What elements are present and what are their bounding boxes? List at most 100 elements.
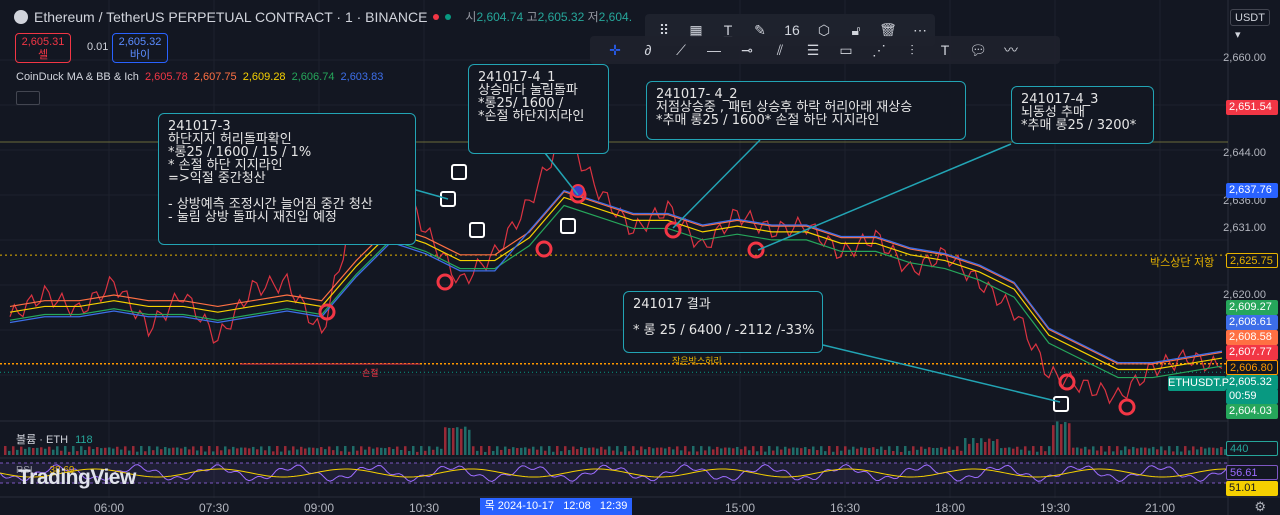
small-box-label: 작은박스허리 xyxy=(672,357,722,367)
volume-bar xyxy=(492,450,495,455)
fib-icon[interactable]: ☰ xyxy=(802,39,824,61)
volume-bar xyxy=(712,449,715,455)
volume-bar xyxy=(28,447,31,455)
volume-bar xyxy=(644,449,647,455)
volume-bar xyxy=(512,447,515,455)
pitchfork-icon[interactable]: ⫶ xyxy=(901,39,923,61)
volume-bar xyxy=(616,446,619,455)
volume-bar xyxy=(528,448,531,455)
volume-bar xyxy=(112,448,115,455)
volume-legend[interactable]: 볼륨 · ETH 118 xyxy=(16,431,93,447)
currency-select[interactable]: USDT ▾ xyxy=(1230,9,1270,41)
volume-bar xyxy=(692,446,695,455)
volume-bar xyxy=(744,446,747,455)
volume-bar xyxy=(108,447,111,455)
volume-bar xyxy=(772,450,775,455)
collapse-legend-button[interactable] xyxy=(16,91,40,105)
volume-bar xyxy=(216,446,219,455)
volume-bar xyxy=(212,451,215,455)
price-label-blue2: 2,608.61 xyxy=(1226,315,1278,330)
volume-bar xyxy=(1008,447,1011,455)
text-tool-icon[interactable]: T xyxy=(934,39,956,61)
volume-bar xyxy=(16,449,19,455)
parallel-channel-icon[interactable]: ⫽ xyxy=(769,39,791,61)
volume-bar xyxy=(72,446,75,455)
volume-bar xyxy=(888,446,891,455)
volume-bar xyxy=(292,446,295,455)
callout-icon[interactable]: 💬︎ xyxy=(967,39,989,61)
volume-bar xyxy=(316,448,319,455)
volume-bar xyxy=(752,446,755,455)
volume-bar xyxy=(1076,447,1079,455)
indicator-legend[interactable]: CoinDuck MA & BB & Ich 2,605.78 2,607.75… xyxy=(16,71,383,83)
volume-bar xyxy=(972,438,975,455)
time-tick: 10:30 xyxy=(408,501,440,515)
volume-bar xyxy=(12,446,15,455)
volume-bar xyxy=(180,448,183,455)
symbol-title[interactable]: Ethereum / TetherUS PERPETUAL CONTRACT ·… xyxy=(34,9,427,25)
volume-bar xyxy=(576,449,579,455)
note-241017-4-1[interactable]: 241017-4_1 상승마다 눌림돌파 *롱25/ 1600 / *손절 하단… xyxy=(468,64,609,154)
volume-bar xyxy=(1176,446,1179,455)
volume-bar xyxy=(232,446,235,455)
note-241017-4-3[interactable]: 241017-4_3 뇌동성 추매 *추매 롱25 / 3200* xyxy=(1011,86,1154,144)
horizontal-ray-icon[interactable]: ⊸ xyxy=(736,39,758,61)
volume-bar xyxy=(1220,446,1223,455)
rsi-axis-label: 56.61 xyxy=(1226,465,1278,480)
time-settings-icon[interactable]: ⚙ xyxy=(1254,499,1266,515)
volume-bar xyxy=(624,446,627,455)
pattern-icon[interactable]: 〰 xyxy=(1000,39,1022,61)
volume-bar xyxy=(456,427,459,455)
volume-bar xyxy=(496,446,499,455)
horizontal-line-icon[interactable]: — xyxy=(703,39,725,61)
volume-bar xyxy=(1112,451,1115,455)
price-tick: 2,644.00 xyxy=(1223,147,1266,159)
volume-bar xyxy=(900,451,903,455)
volume-bar xyxy=(84,450,87,455)
volume-bar xyxy=(352,446,355,455)
entry-markers xyxy=(318,164,1136,416)
volume-bar xyxy=(788,448,791,455)
note-241017-3[interactable]: 241017-3 하단지지 허리돌파확인 *롱25 / 1600 / 15 / … xyxy=(158,113,416,245)
volume-bar xyxy=(716,446,719,455)
volume-bar xyxy=(896,446,899,455)
volume-bar xyxy=(1012,448,1015,455)
volume-bar xyxy=(4,446,7,455)
sell-button[interactable]: 2,605.31 셀 xyxy=(15,33,71,63)
note-241017-4-2[interactable]: 241017- 4_2 저점상승중 , 패턴 상승후 하락 허리아래 재상승 *… xyxy=(646,81,966,140)
volume-bar xyxy=(164,446,167,455)
volume-bar xyxy=(1180,451,1183,455)
volume-bar xyxy=(568,450,571,455)
volume-bar xyxy=(392,448,395,455)
buy-button[interactable]: 2,605.32 바이 xyxy=(112,33,168,63)
price-label-blue: 2,637.76 xyxy=(1226,183,1278,198)
volume-bar xyxy=(844,446,847,455)
note-241017-result[interactable]: 241017 결과 * 롱 25 / 6400 / -2112 /-33% xyxy=(623,291,823,353)
volume-bar xyxy=(608,446,611,455)
crosshair-icon[interactable]: ✛ xyxy=(604,39,626,61)
volume-bar xyxy=(472,446,475,455)
sell-label: 셀 xyxy=(37,49,49,61)
volume-bar xyxy=(564,446,567,455)
rectangle-icon[interactable]: ▭ xyxy=(835,39,857,61)
brush-icon[interactable]: ∂ xyxy=(637,39,659,61)
volume-bar xyxy=(248,448,251,455)
path-icon[interactable]: ⋰ xyxy=(868,39,890,61)
volume-bar xyxy=(428,446,431,455)
sell-price: 2,605.31 xyxy=(21,36,65,48)
volume-bar xyxy=(1000,448,1003,455)
volume-bar xyxy=(732,448,735,455)
volume-bar xyxy=(336,446,339,455)
volume-bar xyxy=(760,446,763,455)
volume-bar xyxy=(136,451,139,455)
trend-line-icon[interactable]: ⟋ xyxy=(670,39,692,61)
volume-bar xyxy=(52,449,55,455)
volume-bar xyxy=(184,446,187,455)
volume-bar xyxy=(264,450,267,455)
volume-bar xyxy=(688,451,691,455)
stop-loss-label: 손절 xyxy=(362,369,379,379)
volume-bar xyxy=(408,451,411,455)
volume-bar xyxy=(780,449,783,455)
volume-bar xyxy=(784,446,787,455)
volume-bar xyxy=(36,447,39,455)
